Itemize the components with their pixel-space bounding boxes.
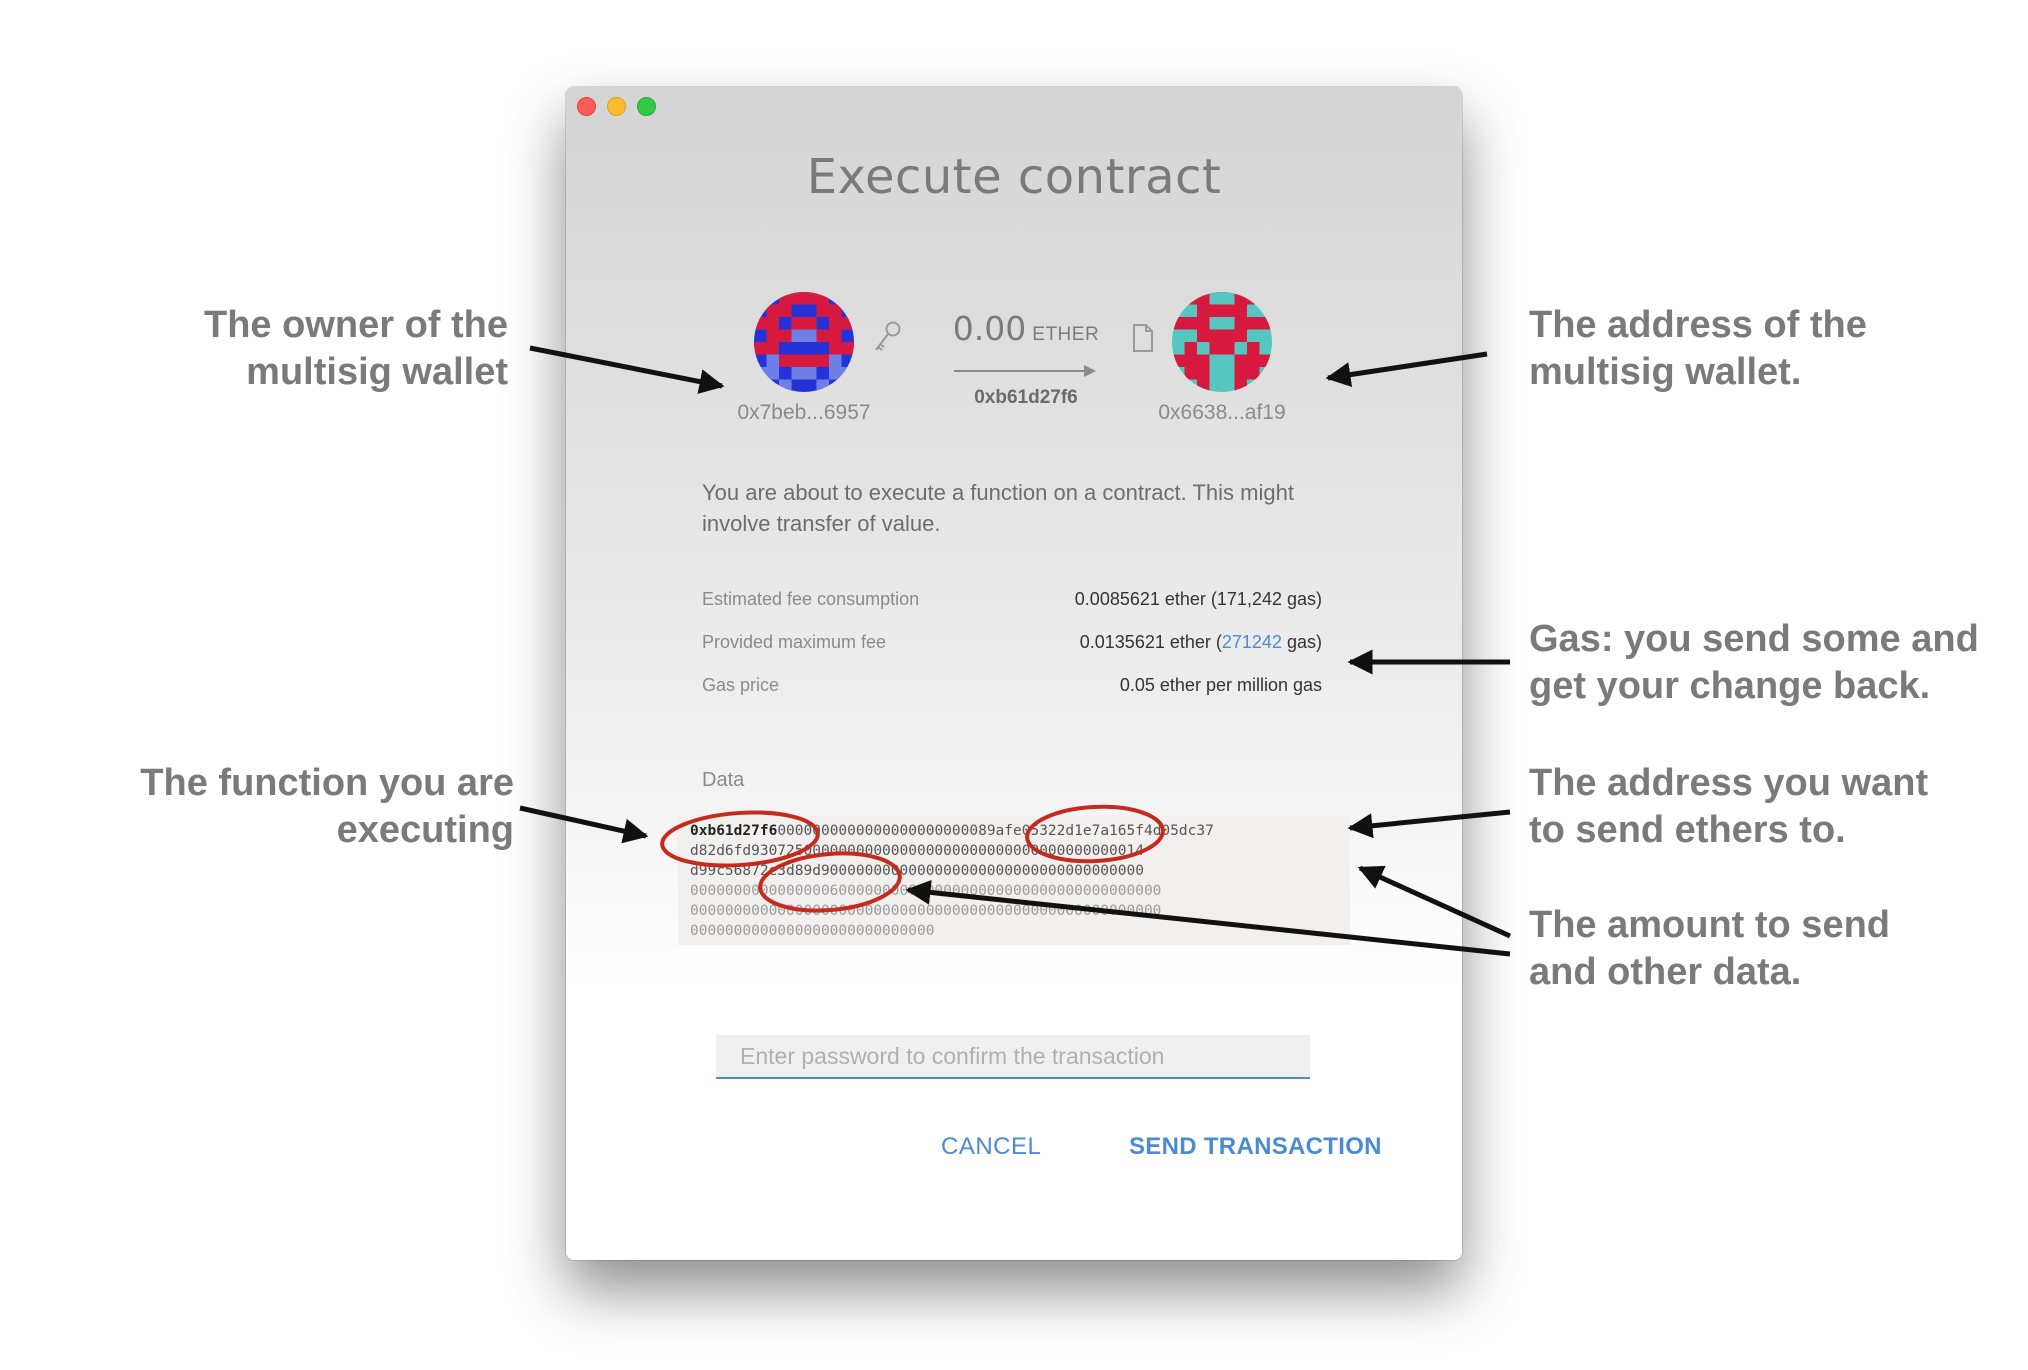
amount-unit: ETHER <box>1032 324 1100 345</box>
max-gas-link[interactable]: 271242 <box>1222 632 1282 652</box>
maximize-window-button[interactable] <box>637 97 656 116</box>
to-identicon <box>1172 292 1272 392</box>
fee-label: Estimated fee consumption <box>702 589 920 609</box>
annotation-line: The function you are <box>140 762 514 804</box>
annotation-line: Gas: you send some and <box>1529 618 1979 660</box>
minimize-window-button[interactable] <box>607 97 626 116</box>
page-title: Execute contract <box>806 149 1222 205</box>
amount-value: 0.00 <box>952 309 1027 348</box>
send-transaction-button[interactable]: SEND TRANSACTION <box>1119 1127 1392 1167</box>
annotation-line: get your change back. <box>1529 665 1931 707</box>
annotation-line: The owner of the <box>204 304 508 346</box>
window-controls <box>577 97 656 116</box>
annotation-line: and other data. <box>1529 951 1802 993</box>
execute-contract-window: Execute contract 0x7beb...6957 0.00 ETHE… <box>566 87 1462 1260</box>
fee-row-max: Provided maximum fee 0.0135621 ether (27… <box>702 632 1322 675</box>
data-line: 0000000000000000600000000000000000000000… <box>690 883 1162 899</box>
fee-label: Gas price <box>702 675 780 695</box>
contract-function-address: 0xb61d27f6 <box>974 387 1078 408</box>
transaction-data-box[interactable]: 0xb61d27f60000000000000000000000089afe05… <box>678 815 1350 945</box>
annotation-amount: The amount to send and other data. <box>1529 902 1890 996</box>
document-icon <box>1133 324 1153 352</box>
to-address: 0x6638...af19 <box>1158 401 1286 424</box>
annotation-line: multisig wallet <box>246 351 508 393</box>
data-line: 0000000000000000000000089afe05322d1e7a16… <box>777 823 1214 839</box>
annotation-multisig: The address of the multisig wallet. <box>1529 302 1867 396</box>
fee-table: Estimated fee consumption 0.0085621 ethe… <box>702 589 1322 718</box>
fee-row-estimated: Estimated fee consumption 0.0085621 ethe… <box>702 589 1322 632</box>
max-fee-prefix: 0.0135621 ether ( <box>1079 632 1222 652</box>
fee-label: Provided maximum fee <box>702 632 887 652</box>
function-signature: 0xb61d27f6 <box>690 823 778 839</box>
annotation-line: The address of the <box>1529 304 1867 346</box>
annotation-line: multisig wallet. <box>1529 351 1802 393</box>
annotation-line: to send ethers to. <box>1529 809 1846 851</box>
data-line: d99c56872e3d89d9000000000000000000000000… <box>690 863 1144 879</box>
annotation-address: The address you want to send ethers to. <box>1529 760 1928 854</box>
fee-value: 0.0085621 ether (171,242 gas) <box>1074 589 1322 609</box>
execution-description: You are about to execute a function on a… <box>702 480 1294 536</box>
annotation-gas: Gas: you send some and get your change b… <box>1529 616 1979 710</box>
from-identicon <box>754 292 854 392</box>
data-line: 0000000000000000000000000000 <box>690 923 935 939</box>
annotation-line: The amount to send <box>1529 904 1890 946</box>
from-address: 0x7beb...6957 <box>737 401 871 424</box>
key-icon <box>875 321 901 351</box>
annotation-owner: The owner of the multisig wallet <box>190 302 508 396</box>
data-label: Data <box>702 769 745 791</box>
max-fee-suffix: gas) <box>1281 632 1322 652</box>
data-line: d82d6fd930725000000000000000000000000000… <box>690 843 1144 859</box>
cancel-button[interactable]: CANCEL <box>931 1127 1051 1167</box>
fee-value: 0.05 ether per million gas <box>1119 675 1322 695</box>
close-window-button[interactable] <box>577 97 596 116</box>
annotation-function: The function you are executing <box>100 760 514 854</box>
data-line: 0000000000000000000000000000000000000000… <box>690 903 1162 919</box>
arrow-right-icon <box>954 365 1096 377</box>
annotation-line: executing <box>336 809 514 851</box>
fee-value: 0.0135621 ether (271242 gas) <box>1080 632 1322 675</box>
fee-row-gas-price: Gas price 0.05 ether per million gas <box>702 675 1322 718</box>
amount-display: 0.00 ETHER <box>951 309 1101 348</box>
password-input[interactable] <box>716 1035 1310 1079</box>
annotation-line: The address you want <box>1529 762 1929 804</box>
